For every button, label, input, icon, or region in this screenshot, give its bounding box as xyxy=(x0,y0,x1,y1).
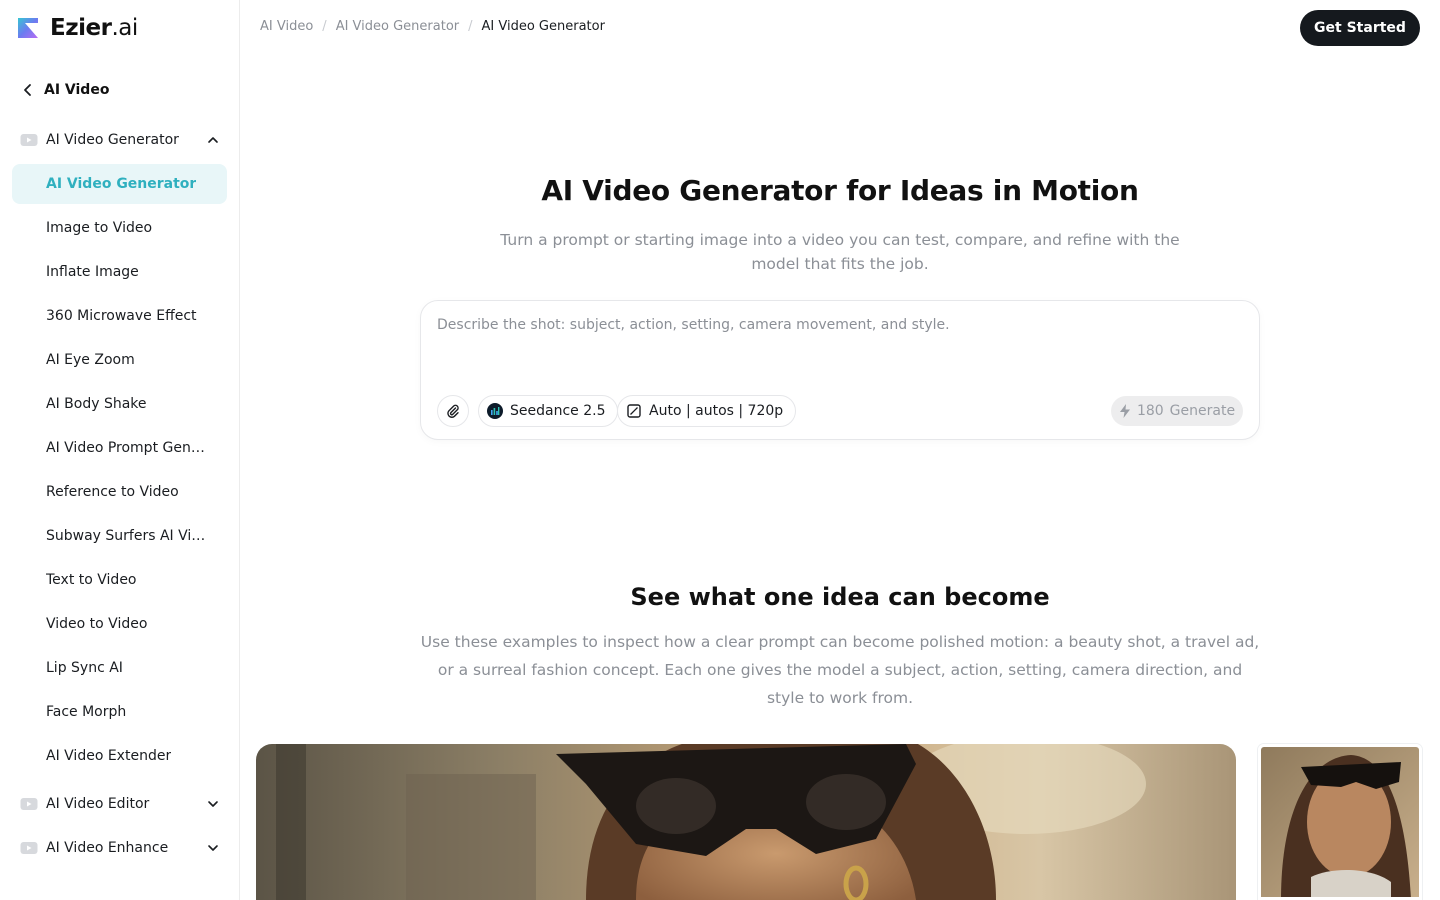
breadcrumb-separator: / xyxy=(322,19,327,34)
sidebar-group-label: AI Video Editor xyxy=(46,796,150,812)
sidebar-item-image-to-video[interactable]: Image to Video xyxy=(12,208,227,248)
sidebar-item-lip-sync-ai[interactable]: Lip Sync AI xyxy=(12,648,227,688)
sidebar-group-ai-video-generator[interactable]: AI Video Generator xyxy=(12,120,228,160)
credit-cost: 180 xyxy=(1136,403,1164,419)
sidebar: Ezier.ai AI Video AI Video Generator AI … xyxy=(0,0,240,900)
sidebar-item-ai-video-extender[interactable]: AI Video Extender xyxy=(12,736,227,776)
chevron-down-icon xyxy=(208,845,218,851)
attach-button[interactable] xyxy=(437,395,469,427)
sidebar-item-ai-body-shake[interactable]: AI Body Shake xyxy=(12,384,227,424)
prompt-input[interactable] xyxy=(437,317,1237,357)
sidebar-item-label: Lip Sync AI xyxy=(46,660,123,676)
aspect-ratio-icon xyxy=(627,404,641,418)
breadcrumb: AI Video / AI Video Generator / AI Video… xyxy=(260,19,605,34)
sidebar-item-inflate-image[interactable]: Inflate Image xyxy=(12,252,227,292)
chevron-left-icon xyxy=(24,84,31,96)
examples-title: See what one idea can become xyxy=(630,583,1050,611)
sidebar-group-ai-video-enhance[interactable]: AI Video Enhance xyxy=(12,828,228,868)
brand-name: Ezier.ai xyxy=(50,15,138,41)
sidebar-item-label: AI Video Generator xyxy=(46,176,197,192)
get-started-button[interactable]: Get Started xyxy=(1300,10,1420,46)
output-settings: Auto | autos | 720p xyxy=(649,403,784,419)
sidebar-item-ai-video-prompt-generator[interactable]: AI Video Prompt Generator xyxy=(12,428,227,468)
sidebar-item-360-microwave-effect[interactable]: 360 Microwave Effect xyxy=(12,296,227,336)
sidebar-item-text-to-video[interactable]: Text to Video xyxy=(12,560,227,600)
prompt-composer: Seedance 2.5 Auto | autos | 720p 180 Gen… xyxy=(420,300,1260,440)
generate-label: Generate xyxy=(1169,403,1236,419)
sidebar-item-label: AI Eye Zoom xyxy=(46,352,135,368)
model-logo-icon xyxy=(487,403,503,419)
paperclip-icon xyxy=(447,404,459,418)
model-selector[interactable]: Seedance 2.5 xyxy=(478,395,619,427)
breadcrumb-separator: / xyxy=(468,19,473,34)
video-icon xyxy=(20,842,38,854)
top-bar: AI Video / AI Video Generator / AI Video… xyxy=(240,0,1440,56)
back-to-ai-video[interactable]: AI Video xyxy=(20,78,109,102)
chevron-down-icon xyxy=(208,801,218,807)
sidebar-item-label: Image to Video xyxy=(46,220,153,236)
page-title: AI Video Generator for Ideas in Motion xyxy=(541,174,1139,207)
sidebar-item-label: Video to Video xyxy=(46,616,148,632)
breadcrumb-link[interactable]: AI Video xyxy=(260,19,313,34)
brand-logo[interactable]: Ezier.ai xyxy=(16,14,138,42)
sidebar-item-reference-to-video[interactable]: Reference to Video xyxy=(12,472,227,512)
sidebar-item-label: Subway Surfers AI Video Generator xyxy=(46,528,209,544)
sidebar-item-subway-surfers[interactable]: Subway Surfers AI Video Generator xyxy=(12,516,227,556)
example-thumbnail[interactable] xyxy=(1258,744,1422,900)
back-label: AI Video xyxy=(44,82,110,98)
sidebar-item-label: Inflate Image xyxy=(46,264,139,280)
logo-icon xyxy=(16,16,40,40)
sidebar-item-label: AI Body Shake xyxy=(46,396,147,412)
sidebar-group-ai-video-editor[interactable]: AI Video Editor xyxy=(12,784,228,824)
breadcrumb-link[interactable]: AI Video Generator xyxy=(336,19,459,34)
sidebar-item-label: AI Video Extender xyxy=(46,748,172,764)
sidebar-item-label: AI Video Prompt Generator xyxy=(46,440,209,456)
video-icon xyxy=(20,134,38,146)
generate-button[interactable]: 180 Generate xyxy=(1111,396,1243,426)
bolt-icon xyxy=(1119,404,1130,418)
sidebar-item-ai-eye-zoom[interactable]: AI Eye Zoom xyxy=(12,340,227,380)
sidebar-item-face-morph[interactable]: Face Morph xyxy=(12,692,227,732)
sidebar-item-label: 360 Microwave Effect xyxy=(46,308,197,324)
sidebar-group-label: AI Video Generator xyxy=(46,132,179,148)
sidebar-item-label: Reference to Video xyxy=(46,484,179,500)
breadcrumb-current: AI Video Generator xyxy=(481,19,605,34)
sidebar-item-video-to-video[interactable]: Video to Video xyxy=(12,604,227,644)
sidebar-item-ai-video-generator[interactable]: AI Video Generator xyxy=(12,164,227,204)
sidebar-item-label: Face Morph xyxy=(46,704,127,720)
page-subtitle: Turn a prompt or starting image into a v… xyxy=(500,231,1180,273)
chevron-up-icon xyxy=(208,137,218,143)
sidebar-group-label: AI Video Enhance xyxy=(46,840,169,856)
output-settings-selector[interactable]: Auto | autos | 720p xyxy=(617,395,797,427)
video-icon xyxy=(20,798,38,810)
examples-description: Use these examples to inspect how a clea… xyxy=(420,633,1260,707)
model-name: Seedance 2.5 xyxy=(510,403,606,419)
example-video-preview[interactable] xyxy=(256,744,1236,900)
sidebar-item-label: Text to Video xyxy=(46,572,137,588)
